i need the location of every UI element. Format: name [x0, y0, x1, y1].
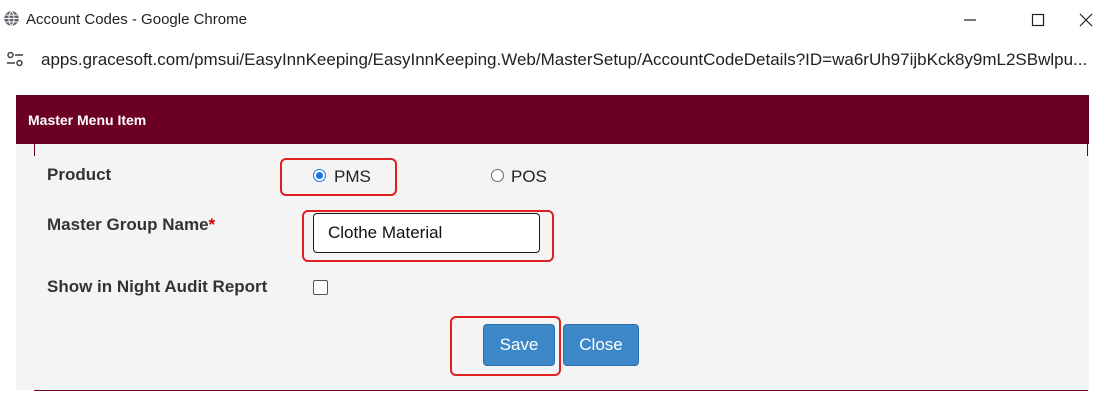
- minimize-button[interactable]: [950, 6, 990, 34]
- master-group-name-input[interactable]: [313, 213, 540, 253]
- site-settings-icon[interactable]: [6, 50, 24, 68]
- window-title: Account Codes - Google Chrome: [26, 11, 247, 28]
- maximize-button[interactable]: [1018, 6, 1058, 34]
- divider: [34, 390, 1088, 391]
- night-audit-label: Show in Night Audit Report: [47, 277, 268, 296]
- night-audit-checkbox[interactable]: [313, 280, 328, 295]
- save-button[interactable]: Save: [483, 324, 555, 366]
- minimize-icon: [964, 19, 976, 21]
- dialog-title: Master Menu Item: [28, 112, 147, 128]
- close-icon: [1079, 13, 1093, 27]
- product-option-label: PMS: [334, 167, 371, 186]
- close-window-button[interactable]: [1066, 6, 1106, 34]
- product-option-label: POS: [511, 167, 547, 186]
- globe-icon: [4, 10, 19, 27]
- maximize-icon: [1031, 13, 1045, 27]
- radio-button[interactable]: [313, 169, 326, 182]
- radio-button[interactable]: [491, 169, 504, 182]
- window-titlebar: Account Codes - Google Chrome: [0, 0, 1109, 40]
- required-mark: *: [208, 215, 216, 234]
- url-text[interactable]: apps.gracesoft.com/pmsui/EasyInnKeeping/…: [41, 50, 1087, 70]
- divider: [34, 144, 35, 156]
- product-label: Product: [47, 165, 112, 184]
- divider: [1087, 144, 1088, 156]
- close-button[interactable]: Close: [563, 324, 639, 366]
- master-group-label: Master Group Name*: [47, 215, 215, 235]
- master-group-label-text: Master Group Name: [47, 215, 209, 234]
- dialog-header: Master Menu Item: [16, 95, 1089, 144]
